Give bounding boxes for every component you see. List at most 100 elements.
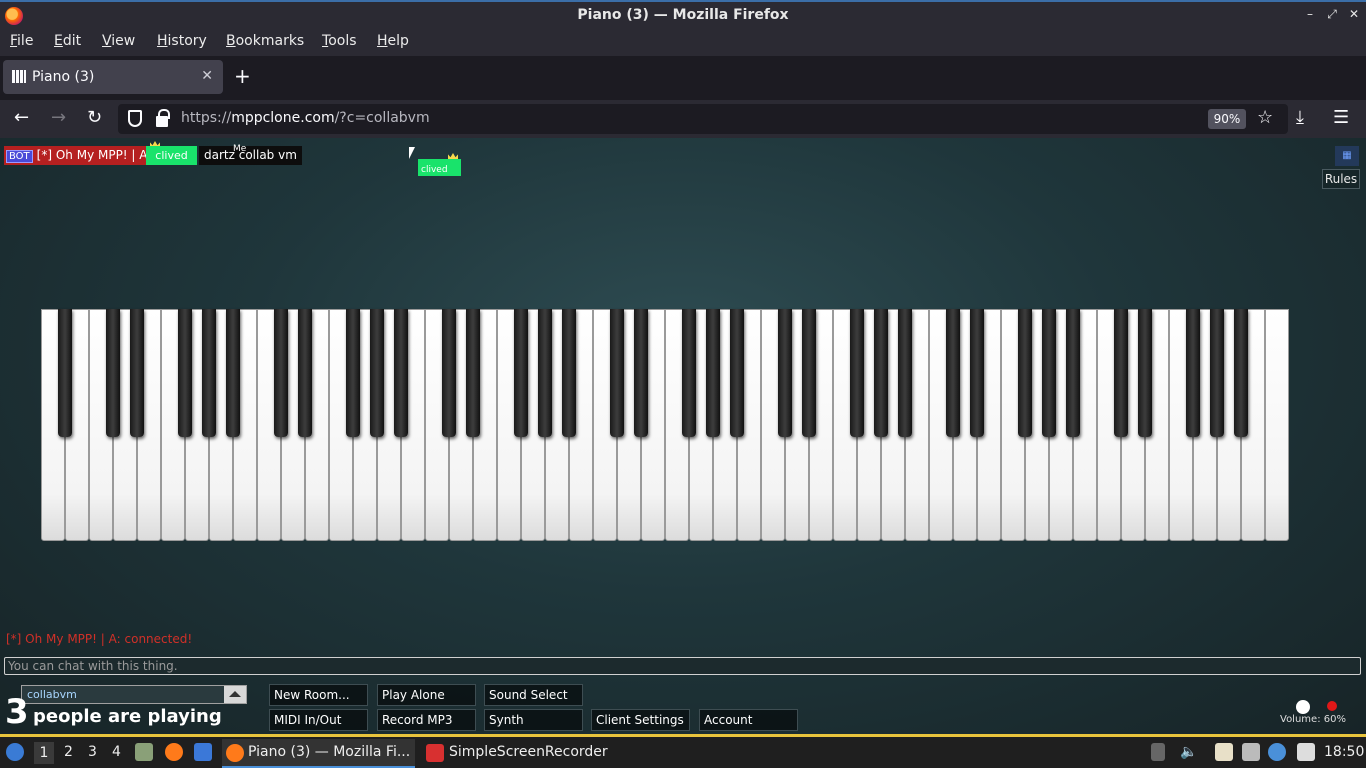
black-key[interactable]	[201, 309, 217, 437]
sound-select-button[interactable]: Sound Select	[484, 684, 583, 706]
back-icon[interactable]: ←	[14, 108, 29, 128]
chevron-up-icon[interactable]	[224, 686, 246, 703]
rules-button[interactable]: Rules	[1322, 169, 1360, 189]
participant-bot[interactable]: BOT [*] Oh My MPP! | A	[4, 146, 153, 165]
desktop-icon[interactable]	[194, 743, 212, 761]
black-key[interactable]	[1017, 309, 1033, 437]
reload-icon[interactable]: ↻	[87, 108, 102, 128]
black-key[interactable]	[441, 309, 457, 437]
piano-keyboard[interactable]	[41, 309, 1289, 541]
notification-icon[interactable]	[1268, 743, 1286, 761]
tab-piano[interactable]: Piano (3) ✕	[3, 60, 223, 94]
black-key[interactable]	[225, 309, 241, 437]
synth-button[interactable]: Synth	[484, 709, 583, 731]
new-room-button[interactable]: New Room...	[269, 684, 368, 706]
room-settings-icon[interactable]: ▦	[1335, 146, 1359, 166]
downloads-icon[interactable]: ⤓	[1296, 108, 1304, 128]
black-key[interactable]	[393, 309, 409, 437]
taskbar-firefox-window[interactable]: Piano (3) — Mozilla Fi...	[222, 739, 415, 768]
network-icon[interactable]	[1242, 743, 1260, 761]
start-menu-icon[interactable]	[6, 743, 24, 761]
mouse-pointer-icon	[409, 147, 415, 159]
camera-icon[interactable]	[1297, 743, 1315, 761]
battery-icon[interactable]	[1151, 743, 1165, 761]
speaker-icon[interactable]: 🔈	[1180, 744, 1197, 760]
play-alone-button[interactable]: Play Alone	[377, 684, 476, 706]
black-key[interactable]	[705, 309, 721, 437]
black-key[interactable]	[1041, 309, 1057, 437]
room-selector[interactable]: collabvm	[21, 685, 247, 704]
black-key[interactable]	[897, 309, 913, 437]
black-key[interactable]	[345, 309, 361, 437]
workspace-1[interactable]: 1	[34, 742, 54, 764]
taskbar-recorder-label: SimpleScreenRecorder	[449, 744, 608, 760]
minimize-icon[interactable]: –	[1303, 7, 1317, 21]
menu-history[interactable]: History	[157, 33, 207, 49]
workspace-2[interactable]: 2	[64, 744, 73, 760]
black-key[interactable]	[849, 309, 865, 437]
app-menu-icon[interactable]: ☰	[1333, 108, 1349, 128]
participant-clived[interactable]: clived	[146, 146, 197, 165]
bookmark-star-icon[interactable]: ☆	[1257, 108, 1273, 128]
taskbar-recorder-window[interactable]: SimpleScreenRecorder	[424, 739, 634, 768]
black-key[interactable]	[969, 309, 985, 437]
black-key[interactable]	[777, 309, 793, 437]
tab-strip: Piano (3) ✕ +	[0, 56, 1366, 100]
close-window-icon[interactable]: ✕	[1347, 7, 1361, 21]
url-bar[interactable]: https://mppclone.com/?c=collabvm 90%	[118, 104, 1288, 134]
black-key[interactable]	[129, 309, 145, 437]
black-key[interactable]	[561, 309, 577, 437]
clipboard-icon[interactable]	[1215, 743, 1233, 761]
menu-help[interactable]: Help	[377, 33, 409, 49]
black-key[interactable]	[1065, 309, 1081, 437]
chat-input[interactable]: You can chat with this thing.	[4, 657, 1361, 675]
midi-in-out-button[interactable]: MIDI In/Out	[269, 709, 368, 731]
forward-icon[interactable]: →	[51, 108, 66, 128]
lock-icon[interactable]	[156, 109, 170, 127]
new-tab-icon[interactable]: +	[234, 66, 251, 86]
black-key[interactable]	[57, 309, 73, 437]
zoom-level-badge[interactable]: 90%	[1208, 109, 1246, 129]
file-manager-icon[interactable]	[135, 743, 153, 761]
black-key[interactable]	[1233, 309, 1249, 437]
account-button[interactable]: Account	[699, 709, 798, 731]
black-key[interactable]	[609, 309, 625, 437]
black-key[interactable]	[465, 309, 481, 437]
maximize-icon[interactable]: ⤢	[1325, 7, 1339, 22]
participant-dartz[interactable]: dartz collab vm	[199, 146, 302, 165]
black-key[interactable]	[681, 309, 697, 437]
menu-file[interactable]: File	[10, 33, 33, 49]
menu-tools[interactable]: Tools	[322, 33, 357, 49]
black-key[interactable]	[273, 309, 289, 437]
firefox-launcher-icon[interactable]	[165, 743, 183, 761]
black-key[interactable]	[1137, 309, 1153, 437]
client-settings-button[interactable]: Client Settings	[591, 709, 690, 731]
black-key[interactable]	[513, 309, 529, 437]
menu-bookmarks[interactable]: Bookmarks	[226, 33, 304, 49]
black-key[interactable]	[105, 309, 121, 437]
black-key[interactable]	[1185, 309, 1201, 437]
menu-view[interactable]: View	[102, 33, 135, 49]
black-key[interactable]	[297, 309, 313, 437]
white-key[interactable]	[1265, 309, 1289, 541]
workspace-3[interactable]: 3	[88, 744, 97, 760]
menu-edit[interactable]: Edit	[54, 33, 81, 49]
black-key[interactable]	[633, 309, 649, 437]
workspace-4[interactable]: 4	[112, 744, 121, 760]
black-key[interactable]	[873, 309, 889, 437]
black-key[interactable]	[1113, 309, 1129, 437]
black-key[interactable]	[537, 309, 553, 437]
chat-input-placeholder: You can chat with this thing.	[8, 659, 178, 673]
black-key[interactable]	[729, 309, 745, 437]
record-mp3-button[interactable]: Record MP3	[377, 709, 476, 731]
volume-control[interactable]: Volume: 60%	[1280, 698, 1360, 730]
url-text[interactable]: https://mppclone.com/?c=collabvm	[181, 110, 430, 126]
black-key[interactable]	[1209, 309, 1225, 437]
black-key[interactable]	[945, 309, 961, 437]
tracking-protection-icon[interactable]	[128, 110, 142, 127]
volume-knob[interactable]	[1296, 700, 1310, 714]
close-tab-icon[interactable]: ✕	[201, 68, 213, 84]
black-key[interactable]	[801, 309, 817, 437]
black-key[interactable]	[369, 309, 385, 437]
black-key[interactable]	[177, 309, 193, 437]
